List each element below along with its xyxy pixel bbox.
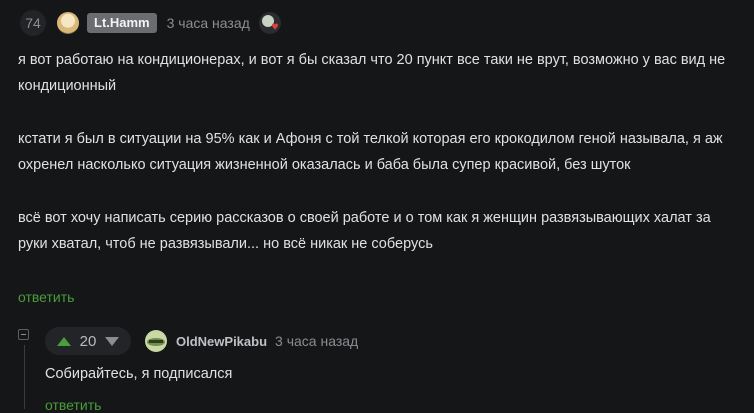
- reply-button[interactable]: ответить: [45, 397, 101, 413]
- comment-paragraph: всё вот хочу написать серию рассказов о …: [18, 210, 711, 252]
- reply-body: Собирайтесь, я подписался: [45, 366, 233, 382]
- reply-time[interactable]: 3 часа назад: [275, 333, 358, 349]
- comment-thread: 74 Lt.Hamm 3 часа назад я вот работаю на…: [0, 0, 754, 413]
- comment-rating[interactable]: 74: [20, 10, 46, 36]
- comment-paragraph: я вот работаю на кондиционерах, и вот я …: [18, 52, 726, 94]
- award-heart-icon[interactable]: [258, 12, 281, 34]
- upvote-arrow-icon[interactable]: [57, 336, 72, 346]
- reply-button[interactable]: ответить: [18, 289, 74, 305]
- avatar-icon[interactable]: [145, 330, 167, 352]
- vote-box: 20: [45, 327, 131, 355]
- comment-paragraph: кстати я был в ситуации на 95% как и Афо…: [18, 131, 723, 173]
- comment-header: 74 Lt.Hamm 3 часа назад: [20, 9, 281, 37]
- reply-header: 20 OldNewPikabu 3 часа назад: [45, 327, 358, 355]
- collapse-minus-icon[interactable]: [18, 329, 29, 340]
- comment-author[interactable]: Lt.Hamm: [87, 13, 157, 33]
- thread-line[interactable]: [24, 345, 25, 409]
- downvote-arrow-icon[interactable]: [104, 336, 119, 346]
- comment-body: я вот работаю на кондиционерах, и вот я …: [18, 47, 738, 257]
- comment-time[interactable]: 3 часа назад: [167, 15, 250, 31]
- reply-author[interactable]: OldNewPikabu: [176, 334, 267, 349]
- vote-count: 20: [79, 332, 97, 350]
- avatar-icon[interactable]: [57, 12, 79, 34]
